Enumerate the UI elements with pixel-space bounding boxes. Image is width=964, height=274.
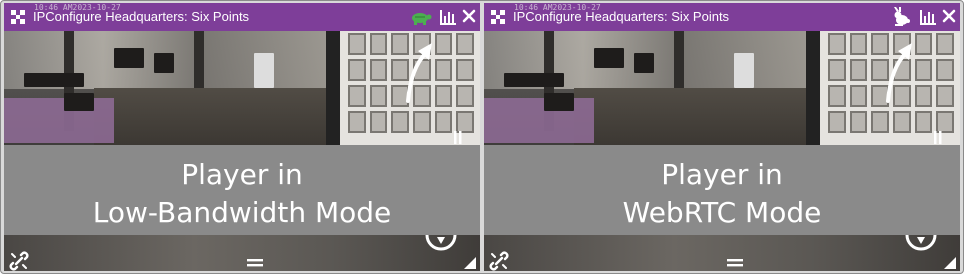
- drag-handle-icon[interactable]: [727, 259, 743, 267]
- camera-title: IPConfigure Headquarters: Six Points: [33, 9, 250, 24]
- player-titlebar[interactable]: 10:46 AM2023-10-27 IPConfigure Headquart…: [4, 3, 480, 31]
- drag-handle-icon[interactable]: [247, 259, 263, 267]
- analytics-icon[interactable]: [440, 8, 456, 25]
- annotation-arrow: [406, 43, 432, 103]
- caption-overlay: Player in Low-Bandwidth Mode: [4, 145, 480, 235]
- pause-icon[interactable]: [933, 131, 943, 144]
- comparison-frame: 10:46 AM2023-10-27 IPConfigure Headquart…: [0, 0, 964, 274]
- move-icon[interactable]: [11, 10, 25, 24]
- close-icon[interactable]: [942, 9, 956, 23]
- caption-overlay: Player in WebRTC Mode: [484, 145, 960, 235]
- link-icon[interactable]: [9, 251, 29, 271]
- pause-icon[interactable]: [453, 131, 463, 144]
- rabbit-icon[interactable]: [892, 7, 914, 27]
- link-icon[interactable]: [489, 251, 509, 271]
- resize-icon[interactable]: [464, 257, 476, 269]
- move-icon[interactable]: [491, 10, 505, 24]
- video-player-low-bandwidth[interactable]: 10:46 AM2023-10-27 IPConfigure Headquart…: [4, 3, 480, 271]
- annotation-arrow: [886, 43, 912, 103]
- caption-line-2: Low-Bandwidth Mode: [92, 196, 392, 229]
- resize-icon[interactable]: [944, 257, 956, 269]
- video-player-webrtc[interactable]: 10:46 AM2023-10-27 IPConfigure Headquart…: [484, 3, 960, 271]
- close-icon[interactable]: [462, 9, 476, 23]
- caption-line-1: Player in: [661, 158, 783, 191]
- caption-line-2: WebRTC Mode: [622, 196, 822, 229]
- turtle-icon[interactable]: [410, 7, 432, 27]
- camera-title: IPConfigure Headquarters: Six Points: [513, 9, 730, 24]
- ptz-control-icon[interactable]: [905, 235, 937, 251]
- caption-line-1: Player in: [181, 158, 303, 191]
- ptz-control-icon[interactable]: [425, 235, 457, 251]
- analytics-icon[interactable]: [920, 8, 936, 25]
- player-titlebar[interactable]: 10:46 AM2023-10-27 IPConfigure Headquart…: [484, 3, 960, 31]
